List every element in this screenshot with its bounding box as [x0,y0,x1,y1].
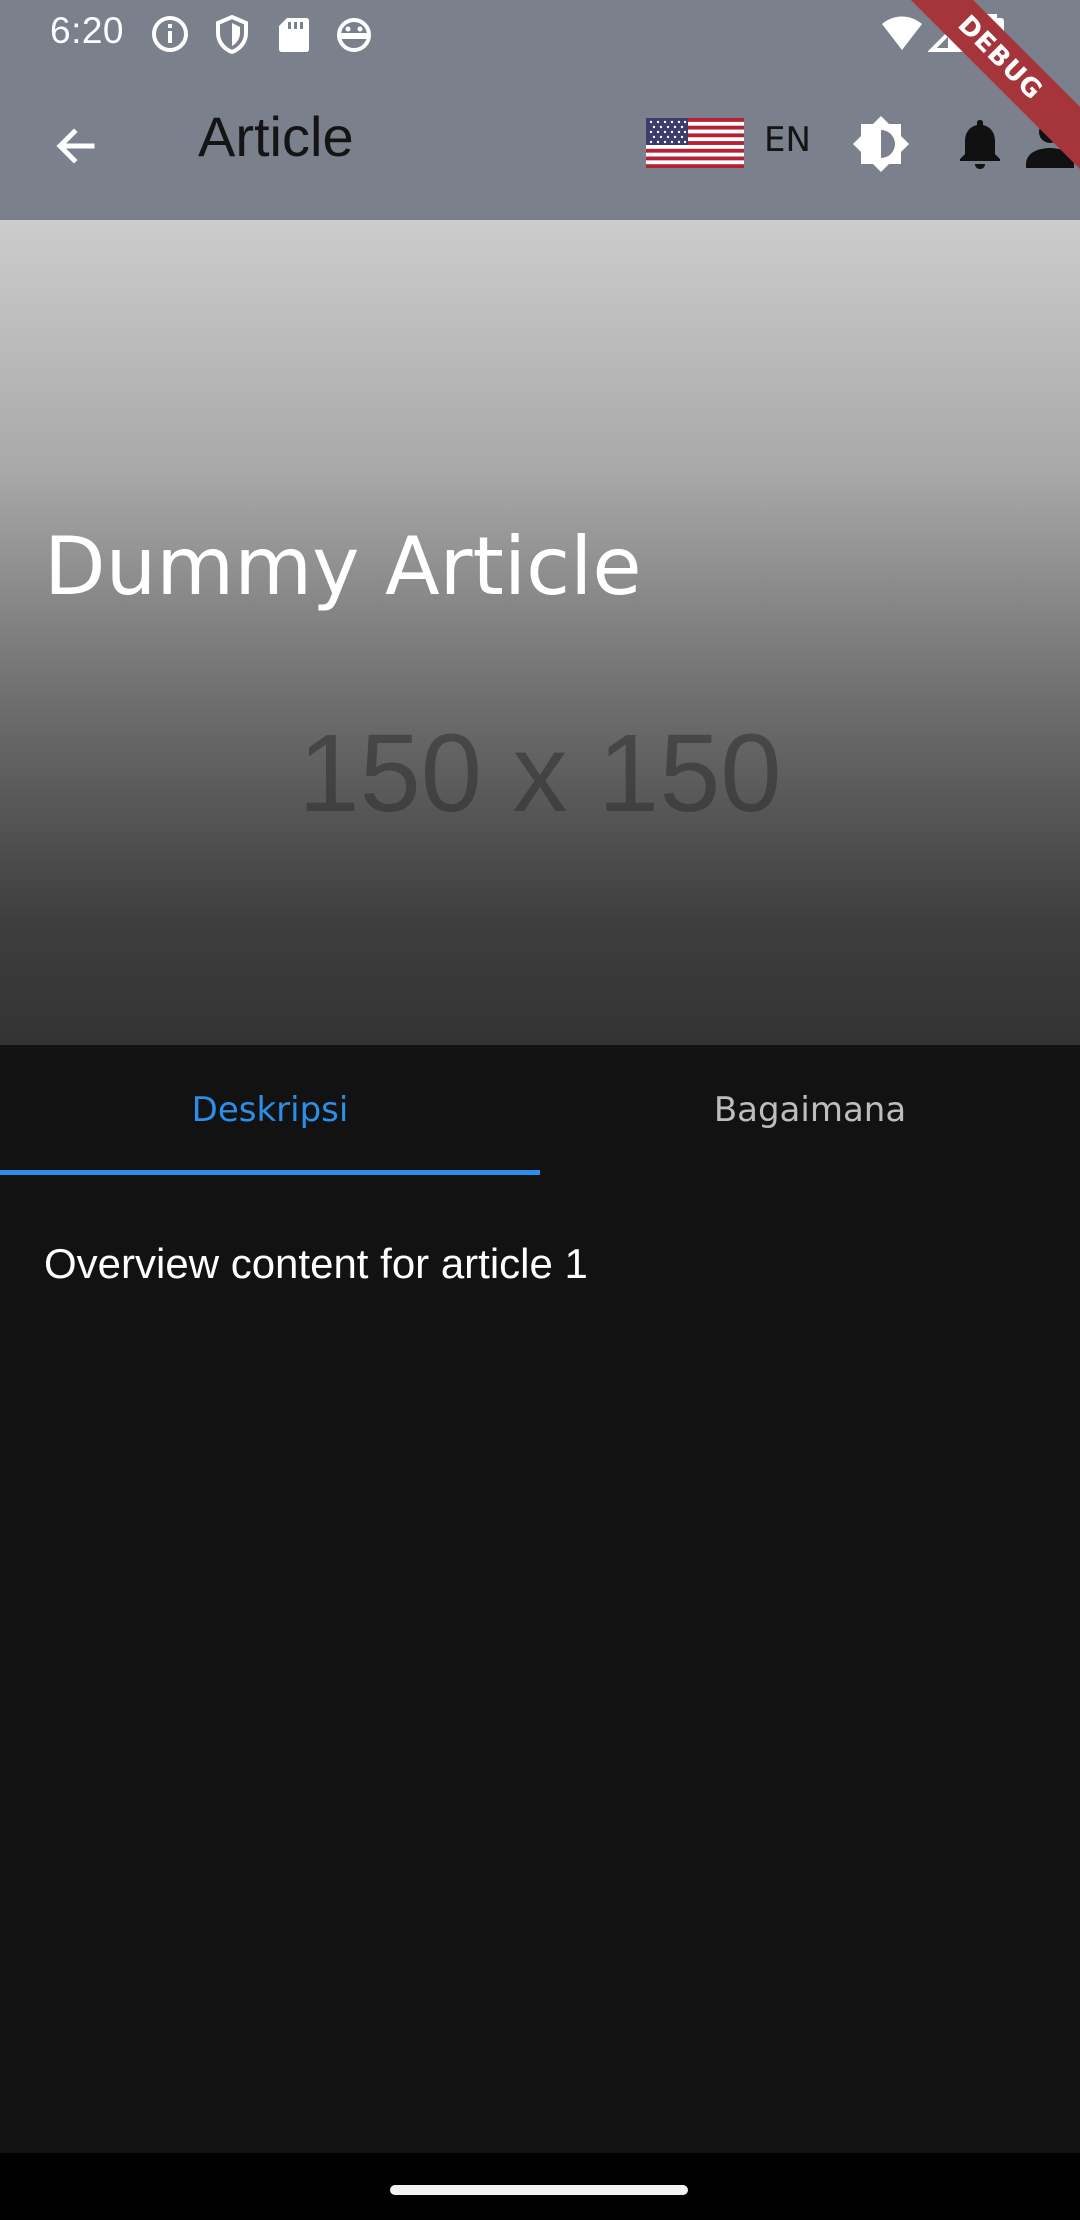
image-placeholder-text: 150 x 150 [298,712,782,835]
system-nav-bar [0,2153,1080,2220]
language-label[interactable]: EN [764,120,811,160]
wifi-icon [882,16,922,50]
article-content: Overview content for article 1 [44,1240,588,1287]
sd-card-icon [279,18,309,52]
tab-label: Bagaimana [713,1090,907,1130]
android-icon [337,18,371,52]
info-icon [152,16,188,52]
tab-bagaimana[interactable]: Bagaimana [540,1045,1080,1175]
home-gesture-handle[interactable] [390,2185,688,2195]
back-button[interactable] [36,106,116,186]
article-title: Dummy Article [44,520,642,613]
tab-indicator [0,1170,540,1175]
us-flag-icon[interactable] [646,118,744,168]
brightness-icon[interactable] [851,114,911,174]
shield-icon [216,14,248,54]
back-arrow-icon [56,128,95,164]
bell-icon[interactable] [950,114,1010,174]
app-bar: 6:20 Article EN DEBUG [0,0,1080,220]
article-hero-image: 150 x 150 Dummy Article [0,220,1080,1045]
status-bar: 6:20 [0,0,1080,66]
toolbar: Article EN [0,66,1080,220]
tab-bar: Deskripsi Bagaimana [0,1045,1080,1175]
screen: 6:20 Article EN DEBUG 150 x 150 Dummy Ar… [0,0,1080,2220]
status-time: 6:20 [50,10,125,51]
tab-label: Deskripsi [191,1090,349,1130]
page-title: Article [198,105,354,168]
tab-deskripsi[interactable]: Deskripsi [0,1045,540,1175]
